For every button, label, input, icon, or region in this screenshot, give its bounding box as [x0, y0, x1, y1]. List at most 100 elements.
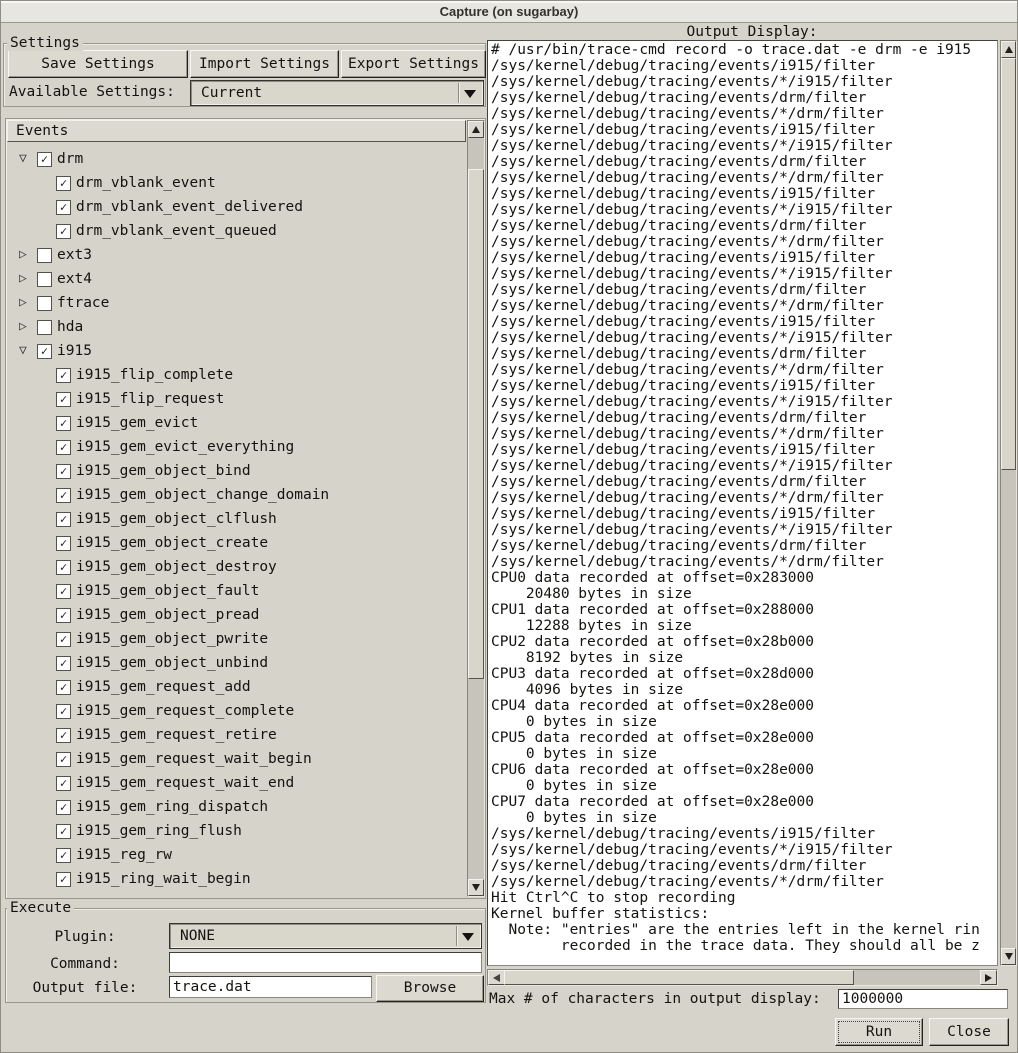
checkbox-checked[interactable]: ✓ — [56, 608, 71, 623]
browse-button[interactable]: Browse — [376, 975, 484, 1002]
tree-item-label[interactable]: ftrace — [57, 291, 109, 315]
checkbox-checked[interactable]: ✓ — [56, 560, 71, 575]
checkbox-checked[interactable]: ✓ — [56, 824, 71, 839]
tree-item-label[interactable]: i915_gem_ring_flush — [76, 819, 242, 843]
max-chars-input[interactable] — [838, 989, 1008, 1009]
checkbox-checked[interactable]: ✓ — [56, 776, 71, 791]
close-button[interactable]: Close — [929, 1018, 1009, 1046]
run-button[interactable]: Run — [835, 1018, 923, 1046]
checkbox-checked[interactable]: ✓ — [56, 704, 71, 719]
tree-item-label[interactable]: i915_gem_object_destroy — [76, 555, 277, 579]
checkbox-checked[interactable]: ✓ — [56, 464, 71, 479]
tree-item-label[interactable]: drm_vblank_event — [76, 171, 216, 195]
checkbox-checked[interactable]: ✓ — [56, 584, 71, 599]
scrollbar-thumb[interactable] — [504, 970, 854, 985]
checkbox-checked[interactable]: ✓ — [56, 536, 71, 551]
expand-arrow-icon[interactable]: ▷ — [19, 292, 35, 314]
checkbox-checked[interactable]: ✓ — [37, 152, 52, 167]
checkbox-checked[interactable]: ✓ — [56, 392, 71, 407]
checkbox-unchecked[interactable] — [37, 296, 52, 311]
tree-item-label[interactable]: drm — [57, 147, 83, 171]
checkbox-checked[interactable]: ✓ — [56, 176, 71, 191]
expand-arrow-icon[interactable]: ▷ — [19, 244, 35, 266]
scroll-right-button[interactable] — [980, 970, 997, 985]
tree-item-label[interactable]: drm_vblank_event_queued — [76, 219, 277, 243]
checkbox-checked[interactable]: ✓ — [56, 416, 71, 431]
collapse-arrow-icon[interactable]: ▽ — [19, 340, 35, 362]
tree-item-label[interactable]: i915_gem_ring_dispatch — [76, 795, 268, 819]
tree-item-label[interactable]: i915_gem_request_wait_begin — [76, 747, 312, 771]
available-settings-label: Available Settings: — [9, 84, 175, 100]
checkbox-checked[interactable]: ✓ — [56, 224, 71, 239]
tree-item-label[interactable]: drm_vblank_event_delivered — [76, 195, 303, 219]
available-settings-value: Current — [201, 81, 262, 105]
scroll-down-button[interactable] — [468, 879, 484, 896]
checkbox-checked[interactable]: ✓ — [56, 488, 71, 503]
checkbox-checked[interactable]: ✓ — [56, 632, 71, 647]
save-settings-button[interactable]: Save Settings — [8, 50, 188, 78]
checkbox-checked[interactable]: ✓ — [56, 752, 71, 767]
checkbox-checked[interactable]: ✓ — [56, 680, 71, 695]
tree-item-label[interactable]: i915_gem_object_pwrite — [76, 627, 268, 651]
tree-item-label[interactable]: i915_gem_object_create — [76, 531, 268, 555]
checkbox-checked[interactable]: ✓ — [56, 656, 71, 671]
import-settings-button[interactable]: Import Settings — [190, 50, 339, 78]
tree-row: ✓ i915_flip_request — [6, 387, 465, 411]
expand-arrow-icon[interactable]: ▷ — [19, 268, 35, 290]
checkbox-checked[interactable]: ✓ — [56, 848, 71, 863]
dropdown-arrow-icon — [464, 90, 476, 98]
tree-item-label[interactable]: ext3 — [57, 243, 92, 267]
tree-item-label[interactable]: i915_gem_request_complete — [76, 699, 294, 723]
scrollbar-thumb[interactable] — [1001, 58, 1016, 470]
scroll-down-button[interactable] — [1001, 948, 1016, 965]
available-settings-select[interactable]: Current — [190, 80, 484, 106]
checkbox-checked[interactable]: ✓ — [56, 368, 71, 383]
tree-row: ▷ ftrace — [6, 291, 465, 315]
tree-item-label[interactable]: i915_flip_request — [76, 387, 224, 411]
tree-item-label[interactable]: i915_gem_evict — [76, 411, 198, 435]
tree-item-label[interactable]: i915_gem_request_retire — [76, 723, 277, 747]
tree-item-label[interactable]: ext4 — [57, 267, 92, 291]
checkbox-checked[interactable]: ✓ — [56, 872, 71, 887]
checkbox-checked[interactable]: ✓ — [56, 728, 71, 743]
plugin-select[interactable]: NONE — [169, 923, 482, 949]
tree-item-label[interactable]: i915_reg_rw — [76, 843, 172, 867]
scroll-left-button[interactable] — [488, 970, 505, 985]
tree-item-label[interactable]: i915_gem_object_change_domain — [76, 483, 329, 507]
checkbox-checked[interactable]: ✓ — [56, 200, 71, 215]
tree-item-label[interactable]: i915 — [57, 339, 92, 363]
expand-arrow-icon[interactable]: ▷ — [19, 316, 35, 338]
scroll-up-button[interactable] — [468, 121, 484, 138]
collapse-arrow-icon[interactable]: ▽ — [19, 148, 35, 170]
output-file-input[interactable] — [169, 976, 372, 998]
tree-item-label[interactable]: hda — [57, 315, 83, 339]
tree-item-label[interactable]: i915_gem_object_clflush — [76, 507, 277, 531]
events-column-header[interactable]: Events — [7, 120, 466, 142]
scroll-up-button[interactable] — [1001, 41, 1016, 58]
checkbox-unchecked[interactable] — [37, 248, 52, 263]
checkbox-checked[interactable]: ✓ — [37, 344, 52, 359]
checkbox-checked[interactable]: ✓ — [56, 512, 71, 527]
tree-item-label[interactable]: i915_gem_request_add — [76, 675, 251, 699]
tree-item-label[interactable]: i915_gem_object_bind — [76, 459, 251, 483]
tree-row: ▽✓ drm — [6, 147, 465, 171]
checkbox-unchecked[interactable] — [37, 320, 52, 335]
output-vscrollbar[interactable] — [1000, 40, 1017, 966]
tree-item-label[interactable]: i915_ring_wait_begin — [76, 867, 251, 891]
export-settings-button[interactable]: Export Settings — [341, 50, 486, 78]
scrollbar-thumb[interactable] — [468, 169, 484, 679]
tree-item-label[interactable]: i915_gem_evict_everything — [76, 435, 294, 459]
command-input[interactable] — [169, 952, 482, 973]
tree-item-label[interactable]: i915_gem_object_pread — [76, 603, 259, 627]
events-scrollbar[interactable] — [467, 120, 485, 897]
import-settings-label: Import Settings — [199, 56, 330, 72]
checkbox-checked[interactable]: ✓ — [56, 440, 71, 455]
tree-row: ✓ drm_vblank_event_queued — [6, 219, 465, 243]
tree-item-label[interactable]: i915_gem_object_fault — [76, 579, 259, 603]
checkbox-unchecked[interactable] — [37, 272, 52, 287]
checkbox-checked[interactable]: ✓ — [56, 800, 71, 815]
output-hscrollbar[interactable] — [487, 969, 998, 986]
tree-item-label[interactable]: i915_flip_complete — [76, 363, 233, 387]
tree-item-label[interactable]: i915_gem_object_unbind — [76, 651, 268, 675]
tree-item-label[interactable]: i915_gem_request_wait_end — [76, 771, 294, 795]
